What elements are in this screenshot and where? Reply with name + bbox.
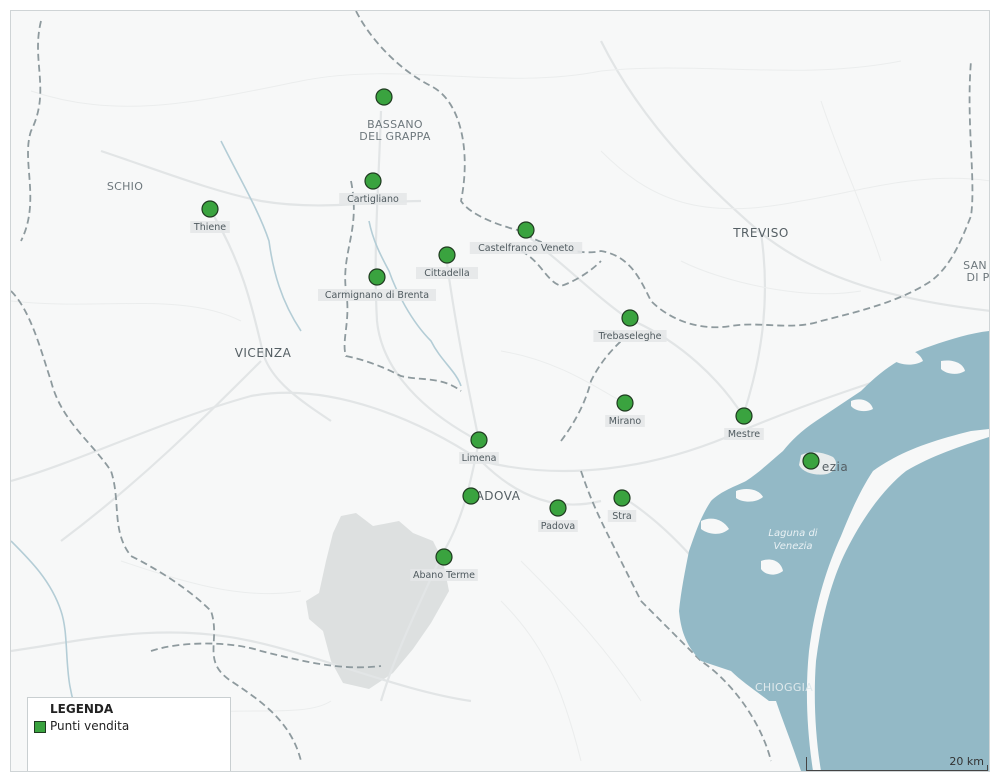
sales-point-label: Carmignano di Brenta (325, 290, 429, 301)
sales-point-label: Padova (541, 521, 575, 532)
map-legend: LEGENDA Punti vendita (27, 697, 231, 771)
sales-point-marker[interactable] (462, 487, 480, 505)
sales-point-marker[interactable] (517, 221, 535, 239)
legend-item-label: Punti vendita (50, 719, 130, 733)
legend-swatch-square-icon (34, 721, 46, 733)
treviso-label: TREVISO (732, 226, 789, 240)
sales-point-label: Cartigliano (347, 194, 399, 205)
sales-point-marker[interactable] (735, 407, 753, 425)
sales-point-marker[interactable] (435, 548, 453, 566)
sales-point-label: Mirano (609, 416, 642, 427)
map-canvas[interactable]: BASSANO DEL GRAPPA SCHIO VICENZA TREVISO… (10, 10, 990, 772)
laguna-label-1: Laguna di (768, 528, 817, 539)
sales-point-marker[interactable] (613, 489, 631, 507)
sales-point-marker[interactable] (621, 309, 639, 327)
sales-point-label: Cittadella (424, 268, 470, 279)
sales-point-marker[interactable] (616, 394, 634, 412)
padova-city-label: ADOVA (476, 489, 521, 503)
san-label-2: DI P (966, 271, 989, 284)
sales-point-label: Trebaseleghe (598, 331, 662, 342)
sales-point-label: Castelfranco Veneto (478, 243, 574, 254)
scale-bar-tick-left (806, 757, 807, 771)
scale-bar-label: 20 km (949, 755, 984, 768)
sales-point-marker[interactable] (549, 499, 567, 517)
laguna-label-2: Venezia (773, 541, 812, 552)
sales-point-marker[interactable] (364, 172, 382, 190)
sales-point-marker[interactable] (438, 246, 456, 264)
sales-point-label: Mestre (728, 429, 760, 440)
sales-point-label: Limena (462, 453, 497, 464)
sales-point-bassano-del-grappa[interactable] (375, 88, 393, 106)
scale-bar-tick-right (987, 765, 988, 771)
schio-label: SCHIO (107, 180, 143, 193)
legend-title: LEGENDA (50, 702, 114, 716)
sales-point-marker[interactable] (368, 268, 386, 286)
chioggia-label: CHIOGGIA (755, 681, 813, 694)
scale-bar-line (806, 770, 988, 771)
sales-point-marker[interactable] (201, 200, 219, 218)
venezia-city-label: ezia (822, 460, 848, 474)
vicenza-label: VICENZA (235, 346, 292, 360)
sales-point-padova-nord[interactable] (462, 487, 480, 505)
sales-point-marker[interactable] (802, 452, 820, 470)
sales-point-label: Abano Terme (413, 570, 475, 581)
sales-point-venezia[interactable] (802, 452, 820, 470)
bassano-label-2: DEL GRAPPA (359, 130, 431, 143)
sales-point-marker[interactable] (470, 431, 488, 449)
map-svg[interactable]: BASSANO DEL GRAPPA SCHIO VICENZA TREVISO… (11, 11, 989, 771)
sales-point-marker[interactable] (375, 88, 393, 106)
scale-bar: 20 km (806, 755, 988, 771)
sales-point-label: Stra (612, 511, 631, 522)
sales-point-label: Thiene (193, 222, 226, 233)
